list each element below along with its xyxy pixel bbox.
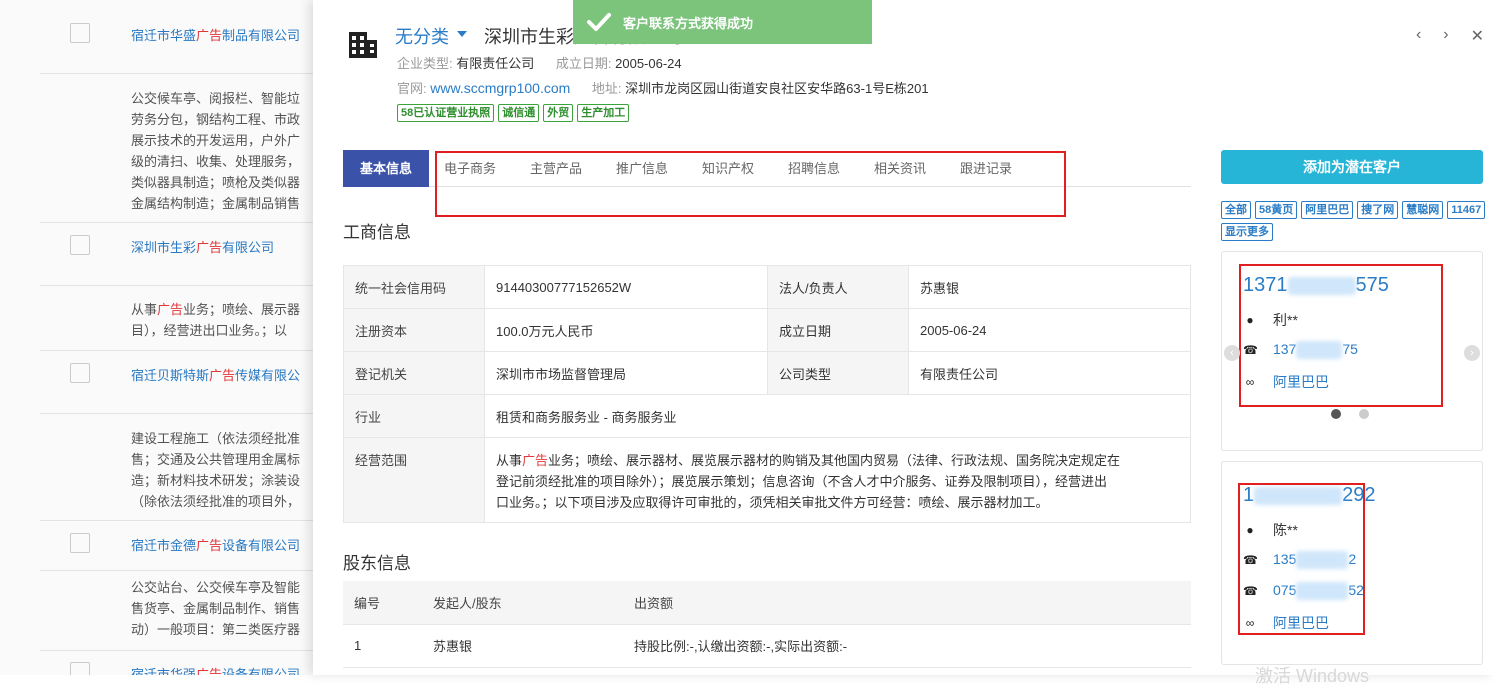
table-row: 经营范围 从事广告业务；喷绘、展示器材、展览展示器材的购销及其他国内贸易（法律、… <box>343 437 1191 523</box>
carousel-dots <box>1331 409 1369 419</box>
shareholders-title: 股东信息 <box>343 554 411 573</box>
source-filter-soule[interactable]: 搜了网 <box>1357 201 1399 219</box>
highlight-box-tabs <box>435 151 1066 217</box>
capital-label: 注册资本 <box>343 308 485 352</box>
industry-label: 行业 <box>343 394 485 438</box>
tag-foreign-trade: 外贸 <box>543 104 574 122</box>
add-potential-customer-button[interactable]: 添加为潜在客户 <box>1221 150 1483 184</box>
shareholders-table: 编号 发起人/股东 出资额 1 苏惠银 持股比例:-,认缴出资额:-,实际出资额… <box>343 581 1191 668</box>
column-header-shareholder: 发起人/股东 <box>422 581 623 625</box>
source-filter-all[interactable]: 全部 <box>1221 201 1251 219</box>
company-detail-panel: 无分类 深圳市生彩广告有限公司 企业类型: 有限责任公司 成立日期: 2005-… <box>313 0 1494 686</box>
type-value: 有限责任公司 <box>908 351 1191 395</box>
panel-navigation: ‹ › ✕ <box>1416 26 1484 46</box>
company-meta-row: 企业类型: 有限责任公司 成立日期: 2005-06-24 <box>397 53 700 72</box>
carousel-next-icon[interactable]: › <box>1464 345 1480 361</box>
highlight-box-contact-2 <box>1238 483 1365 635</box>
category-dropdown[interactable]: 无分类 <box>395 23 449 49</box>
authority-label: 登记机关 <box>343 351 485 395</box>
capital-value: 100.0万元人民币 <box>484 308 768 352</box>
checkmark-icon <box>587 13 611 31</box>
table-row: 登记机关 深圳市市场监督管理局 公司类型 有限责任公司 <box>343 351 1191 395</box>
tag-manufacturing: 生产加工 <box>577 104 630 122</box>
credit-code-label: 统一社会信用码 <box>343 265 485 309</box>
source-filter-hc360[interactable]: 慧聪网 <box>1402 201 1444 219</box>
enterprise-type-value: 有限责任公司 <box>456 56 535 71</box>
chevron-down-icon[interactable] <box>457 31 467 37</box>
website-link[interactable]: www.sccmgrp100.com <box>430 80 570 96</box>
building-icon <box>349 32 377 58</box>
address-value: 深圳市龙岗区园山街道安良社区安华路63-1号E栋201 <box>625 81 929 96</box>
table-row: 注册资本 100.0万元人民币 成立日期 2005-06-24 <box>343 308 1191 352</box>
table-header-row: 编号 发起人/股东 出资额 <box>343 581 1191 625</box>
authority-value: 深圳市市场监督管理局 <box>484 351 768 395</box>
tag-chengxintong: 诚信通 <box>498 104 540 122</box>
shareholder-amount: 持股比例:-,认缴出资额:-,实际出资额:- <box>623 624 1191 668</box>
shareholder-no: 1 <box>343 624 422 668</box>
shareholder-name: 苏惠银 <box>422 624 623 668</box>
scope-label: 经营范围 <box>343 437 485 523</box>
industry-value: 租赁和商务服务业 - 商务服务业 <box>484 394 1191 438</box>
company-contact-row: 官网: www.sccmgrp100.com 地址: 深圳市龙岗区园山街道安良社… <box>397 78 947 97</box>
source-filter-alibaba[interactable]: 阿里巴巴 <box>1301 201 1354 219</box>
success-toast: 客户联系方式获得成功 <box>573 0 872 44</box>
carousel-dot[interactable] <box>1359 409 1369 419</box>
chevron-left-icon[interactable]: ‹ <box>1416 26 1421 46</box>
chevron-right-icon[interactable]: › <box>1443 26 1448 46</box>
type-label: 公司类型 <box>767 351 909 395</box>
tag-verified-license: 58已认证营业执照 <box>397 104 495 122</box>
close-icon[interactable]: ✕ <box>1471 26 1484 46</box>
business-info-title: 工商信息 <box>343 223 411 242</box>
highlight-box-contact-1 <box>1239 264 1443 407</box>
source-filter-11467[interactable]: 11467 <box>1447 201 1486 219</box>
carousel-dot[interactable] <box>1331 409 1341 419</box>
founded-value: 2005-06-24 <box>615 56 682 71</box>
legal-value: 苏惠银 <box>908 265 1191 309</box>
table-row: 行业 租赁和商务服务业 - 商务服务业 <box>343 394 1191 438</box>
table-row: 1 苏惠银 持股比例:-,认缴出资额:-,实际出资额:- <box>343 624 1191 668</box>
source-filter-58[interactable]: 58黄页 <box>1255 201 1298 219</box>
table-row: 统一社会信用码 91440300777152652W 法人/负责人 苏惠银 <box>343 265 1191 309</box>
show-more-button[interactable]: 显示更多 <box>1221 223 1273 241</box>
carousel-prev-icon[interactable]: ‹ <box>1224 345 1240 361</box>
windows-activation-watermark: 激活 Windows <box>1255 666 1370 686</box>
scope-value: 从事广告业务；喷绘、展示器材、展览展示器材的购销及其他国内贸易（法律、行政法规、… <box>484 437 1191 523</box>
column-header-amount: 出资额 <box>623 581 1191 625</box>
enterprise-type-label: 企业类型: <box>397 56 453 71</box>
date-value: 2005-06-24 <box>908 308 1191 352</box>
modal-backdrop[interactable] <box>0 0 313 675</box>
website-label: 官网: <box>397 81 427 96</box>
address-label: 地址: <box>591 81 622 96</box>
date-label: 成立日期 <box>767 308 909 352</box>
founded-label: 成立日期: <box>555 56 612 71</box>
legal-label: 法人/负责人 <box>767 265 909 309</box>
credit-code-value: 91440300777152652W <box>484 265 768 309</box>
column-header-no: 编号 <box>343 581 422 625</box>
toast-message: 客户联系方式获得成功 <box>623 15 754 31</box>
business-info-table: 统一社会信用码 91440300777152652W 法人/负责人 苏惠银 注册… <box>343 265 1191 523</box>
tab-basic-info[interactable]: 基本信息 <box>343 150 429 187</box>
contact-source-filters: 全部 58黄页 阿里巴巴 搜了网 慧聪网 11467 显示更多 <box>1221 201 1489 241</box>
company-tags: 58已认证营业执照 诚信通 外贸 生产加工 <box>397 104 630 122</box>
